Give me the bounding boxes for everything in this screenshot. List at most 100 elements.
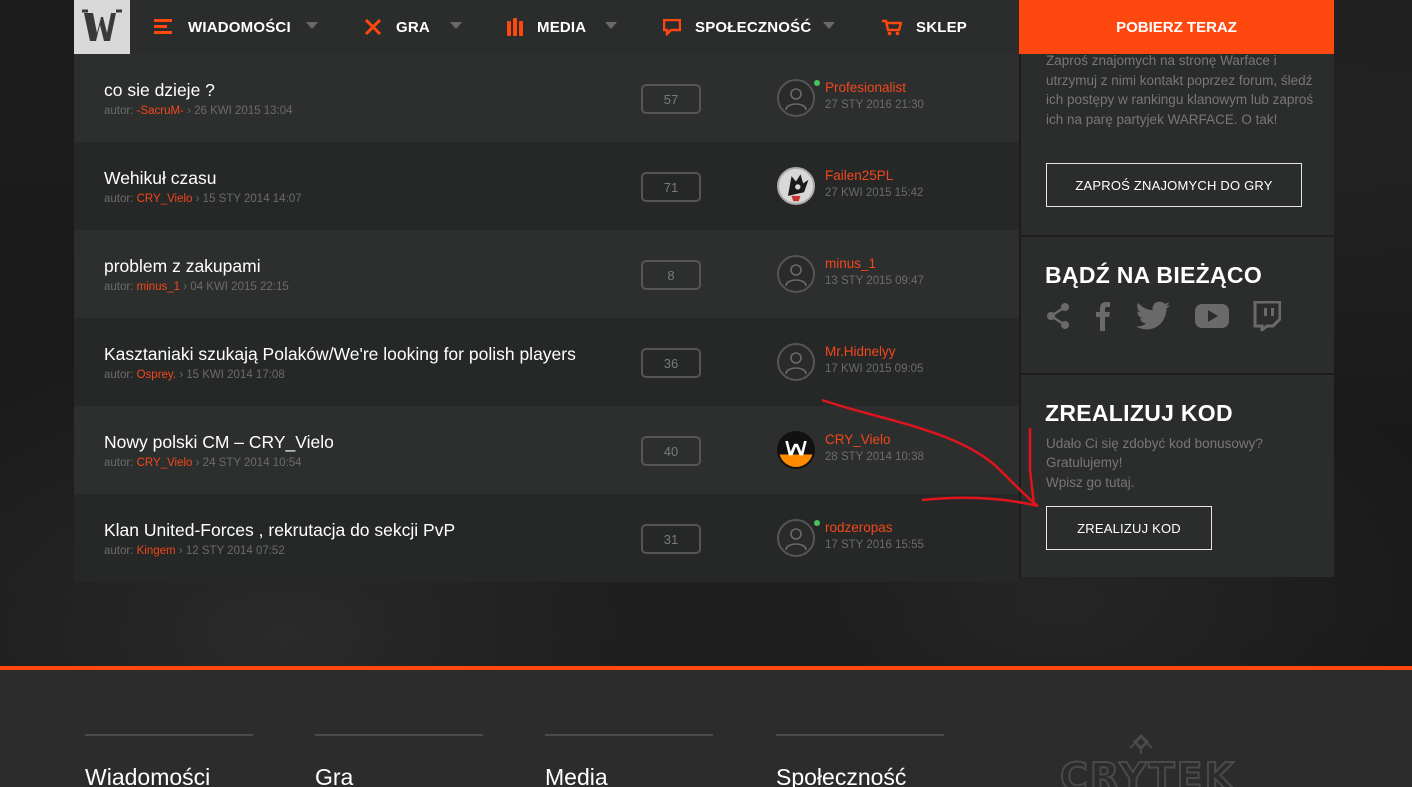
topic-title[interactable]: problem z zakupami — [104, 256, 261, 277]
topic-title[interactable]: Kasztaniaki szukają Polaków/We're lookin… — [104, 344, 576, 365]
last-post-date: 27 STY 2016 21:30 — [825, 99, 924, 111]
user-avatar-image — [787, 174, 809, 202]
last-post-user[interactable]: CRY_Vielo — [825, 432, 891, 447]
nav-label-media: MEDIA — [537, 18, 587, 36]
avatar[interactable] — [777, 431, 815, 469]
topic-row[interactable]: Klan United-Forces , rekrutacja do sekcj… — [74, 494, 1019, 582]
default-user-icon — [785, 528, 807, 551]
topic-row[interactable]: Wehikuł czasu autor: CRY_Vielo › 15 STY … — [74, 142, 1019, 230]
warface-logo-avatar — [779, 441, 813, 467]
nav-item-news[interactable]: WIADOMOŚCI — [154, 0, 291, 54]
topic-meta-prefix: autor: — [104, 369, 137, 381]
footer-column-news[interactable]: Wiadomości — [85, 734, 253, 787]
social-title: BĄDŹ NA BIEŻĄCO — [1045, 262, 1263, 288]
default-user-icon — [785, 88, 807, 111]
online-indicator — [814, 80, 820, 86]
redeem-code-button[interactable]: ZREALIZUJ KOD — [1046, 506, 1212, 550]
topic-meta: autor: CRY_Vielo › 15 STY 2014 14:07 — [104, 193, 302, 205]
topic-row[interactable]: Nowy polski CM – CRY_Vielo autor: CRY_Vi… — [74, 406, 1019, 494]
topic-author[interactable]: Osprey. — [137, 369, 176, 381]
ammo-icon — [507, 18, 523, 36]
topic-date: › 15 KWI 2014 17:08 — [176, 369, 285, 381]
chevron-down-icon[interactable] — [450, 22, 462, 29]
avatar[interactable] — [777, 167, 815, 205]
invite-friends-panel: Zaproś znajomych na stronę Warface i utr… — [1019, 53, 1334, 235]
last-post-user[interactable]: rodzeropas — [825, 520, 893, 535]
topic-author[interactable]: CRY_Vielo — [137, 193, 193, 205]
footer-column-media[interactable]: Media — [545, 734, 713, 787]
forum-topic-list: co sie dzieje ? autor: -SacruM- › 26 KWI… — [74, 54, 1019, 582]
footer-column-community[interactable]: Społeczność — [776, 734, 944, 787]
nav-label-community: SPOŁECZNOŚĆ — [695, 18, 812, 36]
avatar[interactable] — [777, 343, 815, 381]
invite-text: Zaproś znajomych na stronę Warface i utr… — [1046, 53, 1314, 127]
avatar[interactable] — [777, 519, 815, 557]
social-icons — [1045, 301, 1305, 331]
crytek-logo[interactable]: CRYTEK — [1059, 733, 1250, 787]
topic-title[interactable]: Nowy polski CM – CRY_Vielo — [104, 432, 334, 453]
nav-item-media[interactable]: MEDIA — [507, 0, 586, 54]
twitch-icon[interactable] — [1253, 301, 1281, 331]
redeem-title: ZREALIZUJ KOD — [1045, 400, 1233, 426]
avatar[interactable] — [777, 79, 815, 117]
facebook-icon[interactable] — [1095, 301, 1111, 331]
footer-column-game[interactable]: Gra — [315, 734, 483, 787]
topic-date: › 26 KWI 2015 13:04 — [183, 105, 293, 117]
topic-author[interactable]: minus_1 — [137, 281, 180, 293]
topic-meta: autor: Kingem › 12 STY 2014 07:52 — [104, 545, 285, 557]
topic-row[interactable]: co sie dzieje ? autor: -SacruM- › 26 KWI… — [74, 54, 1019, 142]
chevron-down-icon[interactable] — [306, 22, 318, 29]
last-post-user[interactable]: Profesionalist — [825, 80, 906, 95]
cart-icon — [882, 19, 902, 35]
social-panel: BĄDŹ NA BIEŻĄCO — [1019, 237, 1334, 373]
share-icon[interactable] — [1045, 302, 1071, 330]
topic-date: › 15 STY 2014 14:07 — [192, 193, 302, 205]
reply-count: 36 — [641, 348, 701, 378]
topic-title[interactable]: co sie dzieje ? — [104, 80, 215, 101]
crossed-swords-icon — [364, 18, 382, 36]
invite-friends-button[interactable]: ZAPROŚ ZNAJOMYCH DO GRY — [1046, 163, 1302, 207]
footer-heading[interactable]: Gra — [315, 764, 483, 787]
reply-count: 57 — [641, 84, 701, 114]
redeem-text-2: Gratulujemy! — [1046, 455, 1123, 470]
chevron-down-icon[interactable] — [823, 22, 835, 29]
avatar[interactable] — [777, 255, 815, 293]
footer: Wiadomości Gra Media Społeczność CRYTEK — [0, 666, 1412, 787]
last-post-date: 13 STY 2015 09:47 — [825, 275, 924, 287]
reply-count: 8 — [641, 260, 701, 290]
warface-logo[interactable] — [74, 0, 130, 54]
footer-heading[interactable]: Społeczność — [776, 764, 944, 787]
last-post-user[interactable]: minus_1 — [825, 256, 876, 271]
topic-author[interactable]: CRY_Vielo — [137, 457, 193, 469]
last-post-date: 17 STY 2016 15:55 — [825, 539, 924, 551]
topic-meta: autor: -SacruM- › 26 KWI 2015 13:04 — [104, 105, 293, 117]
footer-heading[interactable]: Wiadomości — [85, 764, 253, 787]
last-post-date: 28 STY 2014 10:38 — [825, 451, 924, 463]
last-post-user[interactable]: Mr.Hidnelyy — [825, 344, 896, 359]
topic-author[interactable]: -SacruM- — [137, 105, 184, 117]
twitter-icon[interactable] — [1135, 301, 1171, 331]
topic-meta: autor: minus_1 › 04 KWI 2015 22:15 — [104, 281, 289, 293]
topic-meta-prefix: autor: — [104, 105, 137, 117]
nav-item-shop[interactable]: SKLEP — [882, 0, 967, 54]
speech-bubble-icon — [663, 18, 681, 36]
topic-title[interactable]: Wehikuł czasu — [104, 168, 217, 189]
topic-row[interactable]: problem z zakupami autor: minus_1 › 04 K… — [74, 230, 1019, 318]
footer-heading[interactable]: Media — [545, 764, 713, 787]
reply-count: 31 — [641, 524, 701, 554]
topic-author[interactable]: Kingem — [137, 545, 176, 557]
nav-item-game[interactable]: GRA — [364, 0, 430, 54]
topic-meta-prefix: autor: — [104, 545, 137, 557]
topic-title[interactable]: Klan United-Forces , rekrutacja do sekcj… — [104, 520, 455, 541]
sidebar: Zaproś znajomych na stronę Warface i utr… — [1019, 53, 1334, 577]
default-user-icon — [785, 352, 807, 375]
redeem-text-3: Wpisz go tutaj. — [1046, 475, 1135, 490]
nav-item-community[interactable]: SPOŁECZNOŚĆ — [663, 0, 811, 54]
last-post-user[interactable]: Failen25PL — [825, 168, 893, 183]
download-now-button[interactable]: POBIERZ TERAZ — [1019, 0, 1334, 54]
top-navigation: WIADOMOŚCI GRA MEDIA SPOŁECZNOŚĆ SKLEP P… — [74, 0, 1334, 54]
topic-row[interactable]: Kasztaniaki szukają Polaków/We're lookin… — [74, 318, 1019, 406]
reply-count: 40 — [641, 436, 701, 466]
youtube-icon[interactable] — [1195, 303, 1229, 329]
chevron-down-icon[interactable] — [605, 22, 617, 29]
